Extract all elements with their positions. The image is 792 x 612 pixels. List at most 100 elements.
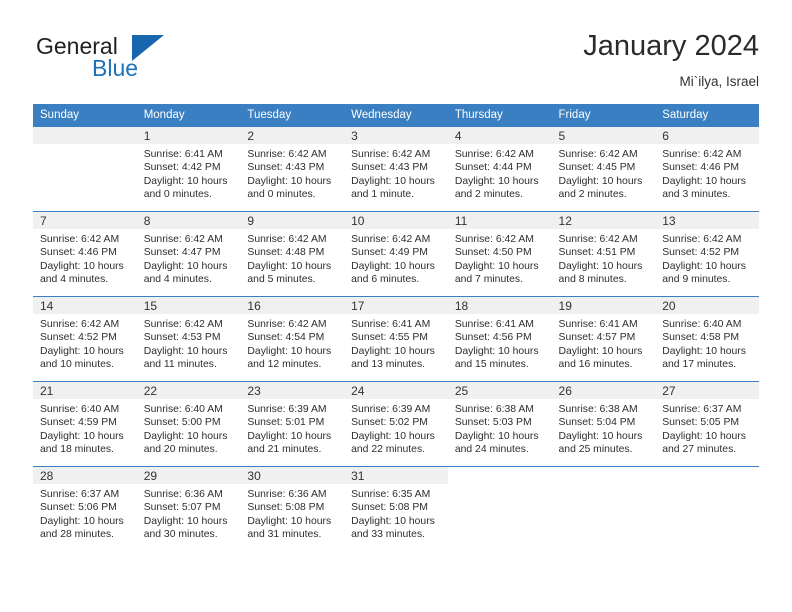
day-details: Sunrise: 6:42 AM Sunset: 4:47 PM Daylight:… <box>137 229 241 287</box>
day-cell[interactable]: 29 Sunrise: 6:36 AM Sunset: 5:07 PM Dayligh… <box>136 467 241 551</box>
day-number: 16 <box>240 297 345 314</box>
day-details: Sunrise: 6:39 AM Sunset: 5:02 PM Daylight:… <box>344 399 448 457</box>
day-cell[interactable]: 19 Sunrise: 6:41 AM Sunset: 4:57 PM Dayligh… <box>551 297 656 381</box>
page-header: General Blue January 2024 Mi`ilya, Israe… <box>33 28 759 100</box>
sunset-time: Sunset: 4:54 PM <box>247 332 325 344</box>
sunrise-time: Sunrise: 6:36 AM <box>143 489 223 500</box>
page-title: January 2024 <box>583 30 759 62</box>
day-number: 20 <box>655 297 759 314</box>
day-details: Sunrise: 6:42 AM Sunset: 4:51 PM Daylight:… <box>552 229 656 287</box>
day-cell[interactable]: 7 Sunrise: 6:42 AM Sunset: 4:46 PM Daylight… <box>33 212 137 296</box>
daylight-duration-line2: and 21 minutes. <box>247 444 322 456</box>
day-cell[interactable]: 18 Sunrise: 6:41 AM Sunset: 4:56 PM Dayligh… <box>447 297 552 381</box>
day-number: 29 <box>136 467 241 484</box>
weekday-header-tuesday: Tuesday <box>240 104 345 127</box>
weekday-header-saturday: Saturday <box>655 104 759 127</box>
daylight-duration-line1: Daylight: 10 hours <box>247 430 332 442</box>
sunset-time: Sunset: 5:04 PM <box>558 417 636 429</box>
day-cell[interactable]: 4 Sunrise: 6:42 AM Sunset: 4:44 PM Daylight… <box>447 127 552 211</box>
day-cell-empty <box>447 467 552 551</box>
day-cell[interactable]: 17 Sunrise: 6:41 AM Sunset: 4:55 PM Dayligh… <box>344 297 448 381</box>
sunset-time: Sunset: 4:42 PM <box>143 162 221 174</box>
day-cell[interactable]: 12 Sunrise: 6:42 AM Sunset: 4:51 PM Dayligh… <box>551 212 656 296</box>
sunrise-time: Sunrise: 6:41 AM <box>143 149 223 160</box>
daylight-duration-line2: and 20 minutes. <box>143 444 218 456</box>
daylight-duration-line2: and 33 minutes. <box>351 529 426 541</box>
day-number: 24 <box>344 382 448 399</box>
daylight-duration-line2: and 18 minutes. <box>40 444 114 456</box>
daylight-duration-line1: Daylight: 10 hours <box>247 260 332 272</box>
sunset-time: Sunset: 4:44 PM <box>454 162 532 174</box>
sunset-time: Sunset: 4:52 PM <box>40 332 117 344</box>
calendar-week-row: 14 Sunrise: 6:42 AM Sunset: 4:52 PM Dayligh… <box>33 296 759 382</box>
sunrise-time: Sunrise: 6:39 AM <box>247 404 327 415</box>
day-details: Sunrise: 6:37 AM Sunset: 5:05 PM Daylight:… <box>655 399 759 457</box>
daylight-duration-line1: Daylight: 10 hours <box>247 515 332 527</box>
day-number: 6 <box>655 127 759 144</box>
sunset-time: Sunset: 5:07 PM <box>143 502 221 514</box>
daylight-duration-line1: Daylight: 10 hours <box>454 345 539 357</box>
sunset-time: Sunset: 5:06 PM <box>40 502 117 514</box>
day-cell[interactable]: 23 Sunrise: 6:39 AM Sunset: 5:01 PM Dayligh… <box>240 382 345 466</box>
day-details: Sunrise: 6:42 AM Sunset: 4:48 PM Daylight:… <box>240 229 344 287</box>
day-cell[interactable]: 31 Sunrise: 6:35 AM Sunset: 5:08 PM Dayligh… <box>344 467 448 551</box>
day-details: Sunrise: 6:40 AM Sunset: 4:59 PM Daylight:… <box>33 399 137 457</box>
day-details: Sunrise: 6:42 AM Sunset: 4:54 PM Daylight:… <box>240 314 344 372</box>
sunset-time: Sunset: 4:43 PM <box>247 162 325 174</box>
daylight-duration-line2: and 13 minutes. <box>351 359 426 371</box>
daylight-duration-line1: Daylight: 10 hours <box>143 260 228 272</box>
day-cell[interactable]: 27 Sunrise: 6:37 AM Sunset: 5:05 PM Dayligh… <box>655 382 759 466</box>
day-cell[interactable]: 1 Sunrise: 6:41 AM Sunset: 4:42 PM Daylight… <box>136 127 241 211</box>
daylight-duration-line2: and 27 minutes. <box>662 444 737 456</box>
day-number: 22 <box>136 382 241 399</box>
day-cell[interactable]: 28 Sunrise: 6:37 AM Sunset: 5:06 PM Dayligh… <box>33 467 137 551</box>
day-details: Sunrise: 6:42 AM Sunset: 4:52 PM Daylight:… <box>33 314 137 372</box>
day-cell[interactable]: 30 Sunrise: 6:36 AM Sunset: 5:08 PM Dayligh… <box>240 467 345 551</box>
day-cell[interactable]: 25 Sunrise: 6:38 AM Sunset: 5:03 PM Dayligh… <box>447 382 552 466</box>
day-cell[interactable]: 5 Sunrise: 6:42 AM Sunset: 4:45 PM Daylight… <box>551 127 656 211</box>
daylight-duration-line2: and 30 minutes. <box>143 529 218 541</box>
day-cell[interactable]: 14 Sunrise: 6:42 AM Sunset: 4:52 PM Dayligh… <box>33 297 137 381</box>
sunset-time: Sunset: 5:02 PM <box>351 417 428 429</box>
sunrise-time: Sunrise: 6:36 AM <box>247 489 327 500</box>
day-details: Sunrise: 6:41 AM Sunset: 4:57 PM Daylight:… <box>552 314 656 372</box>
day-cell[interactable]: 16 Sunrise: 6:42 AM Sunset: 4:54 PM Dayligh… <box>240 297 345 381</box>
day-cell[interactable]: 13 Sunrise: 6:42 AM Sunset: 4:52 PM Dayligh… <box>655 212 759 296</box>
day-details: Sunrise: 6:41 AM Sunset: 4:42 PM Daylight:… <box>137 144 241 202</box>
sunset-time: Sunset: 4:51 PM <box>558 247 636 259</box>
day-number: 21 <box>33 382 137 399</box>
day-number: 10 <box>344 212 448 229</box>
daylight-duration-line2: and 0 minutes. <box>247 189 316 201</box>
day-cell[interactable]: 10 Sunrise: 6:42 AM Sunset: 4:49 PM Dayligh… <box>344 212 448 296</box>
day-cell[interactable]: 6 Sunrise: 6:42 AM Sunset: 4:46 PM Daylight… <box>655 127 759 211</box>
sunrise-time: Sunrise: 6:40 AM <box>40 404 120 415</box>
day-cell[interactable]: 2 Sunrise: 6:42 AM Sunset: 4:43 PM Daylight… <box>240 127 345 211</box>
day-details: Sunrise: 6:42 AM Sunset: 4:43 PM Daylight:… <box>240 144 344 202</box>
day-number: 25 <box>447 382 552 399</box>
day-cell[interactable]: 15 Sunrise: 6:42 AM Sunset: 4:53 PM Dayligh… <box>136 297 241 381</box>
day-cell[interactable]: 26 Sunrise: 6:38 AM Sunset: 5:04 PM Dayligh… <box>551 382 656 466</box>
daylight-duration-line2: and 22 minutes. <box>351 444 426 456</box>
day-cell[interactable]: 22 Sunrise: 6:40 AM Sunset: 5:00 PM Dayligh… <box>136 382 241 466</box>
day-cell-empty <box>33 127 137 211</box>
day-number: 8 <box>136 212 241 229</box>
day-cell[interactable]: 3 Sunrise: 6:42 AM Sunset: 4:43 PM Daylight… <box>344 127 448 211</box>
sunrise-time: Sunrise: 6:35 AM <box>351 489 431 500</box>
sunset-time: Sunset: 5:00 PM <box>143 417 221 429</box>
daylight-duration-line1: Daylight: 10 hours <box>662 345 746 357</box>
day-number: 5 <box>551 127 656 144</box>
daylight-duration-line2: and 17 minutes. <box>662 359 737 371</box>
day-number: 12 <box>551 212 656 229</box>
day-cell[interactable]: 21 Sunrise: 6:40 AM Sunset: 4:59 PM Dayligh… <box>33 382 137 466</box>
day-cell[interactable]: 11 Sunrise: 6:42 AM Sunset: 4:50 PM Dayligh… <box>447 212 552 296</box>
sunrise-time: Sunrise: 6:41 AM <box>454 319 534 330</box>
day-number: 11 <box>447 212 552 229</box>
day-cell[interactable]: 8 Sunrise: 6:42 AM Sunset: 4:47 PM Daylight… <box>136 212 241 296</box>
day-number: 15 <box>136 297 241 314</box>
day-cell[interactable]: 9 Sunrise: 6:42 AM Sunset: 4:48 PM Daylight… <box>240 212 345 296</box>
day-number: 7 <box>33 212 137 229</box>
day-cell[interactable]: 20 Sunrise: 6:40 AM Sunset: 4:58 PM Dayligh… <box>655 297 759 381</box>
daylight-duration-line2: and 5 minutes. <box>247 274 316 286</box>
daylight-duration-line2: and 9 minutes. <box>662 274 731 286</box>
day-cell[interactable]: 24 Sunrise: 6:39 AM Sunset: 5:02 PM Dayligh… <box>344 382 448 466</box>
